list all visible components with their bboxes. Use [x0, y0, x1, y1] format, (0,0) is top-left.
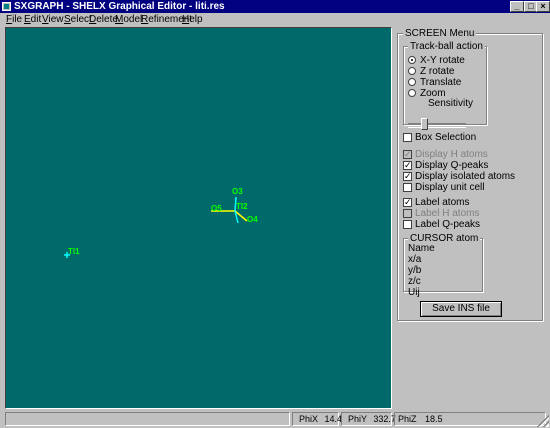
atom-label-o4[interactable]: O4: [247, 215, 258, 224]
trackball-title: Track-ball action: [408, 41, 485, 52]
cursor-field-uij: Uij: [408, 287, 420, 298]
checkbox-indicator[interactable]: ✓: [403, 198, 412, 207]
radio-indicator[interactable]: [408, 78, 416, 86]
cursor-field-xa: x/a: [408, 254, 422, 265]
atom-label-o3[interactable]: O3: [232, 187, 243, 196]
phiy-value: 332.7: [373, 414, 396, 424]
checkbox-indicator[interactable]: [403, 183, 412, 192]
checkbox-label: Label H atoms: [415, 208, 480, 219]
screen-menu-panel: SCREEN Menu Track-ball action X-Y rotate…: [395, 27, 545, 409]
sensitivity-label: Sensitivity: [428, 98, 474, 109]
checkbox-indicator[interactable]: [403, 133, 412, 142]
screen-menu-title: SCREEN Menu: [403, 28, 477, 39]
title-bar: SXGRAPH - SHELX Graphical Editor - liti.…: [0, 0, 550, 13]
menu-model[interactable]: Model: [115, 14, 142, 26]
checkbox-label: Label Q-peaks: [415, 219, 481, 230]
cursor-field-yb: y/b: [408, 265, 422, 276]
radio-indicator[interactable]: [408, 56, 416, 64]
atom-label-o5[interactable]: O5: [211, 204, 222, 213]
app-icon[interactable]: [2, 2, 11, 11]
sensitivity-slider-track[interactable]: [408, 123, 466, 128]
checkbox-indicator: ✓: [403, 149, 412, 159]
phix-label: PhiX: [299, 414, 319, 424]
status-phix: PhiX 14.4: [292, 412, 342, 426]
atom-label-ti1[interactable]: TI1: [68, 247, 80, 256]
radio-indicator[interactable]: [408, 67, 416, 75]
close-button[interactable]: ×: [536, 1, 550, 12]
checkbox-label: Display H atoms: [415, 149, 488, 160]
menu-view[interactable]: View: [42, 14, 64, 26]
phiz-label: PhiZ: [398, 414, 417, 424]
menu-select[interactable]: Select: [64, 14, 92, 26]
checkbox-label: Box Selection: [415, 132, 477, 143]
menu-edit[interactable]: Edit: [24, 14, 41, 26]
menu-help[interactable]: Help: [182, 14, 203, 26]
screen-menu-group: SCREEN Menu Track-ball action X-Y rotate…: [397, 28, 543, 321]
save-ins-file-button[interactable]: Save INS file: [420, 301, 502, 317]
phiz-value: 18.5: [425, 414, 443, 424]
status-phiz: PhiZ 18.5: [394, 412, 546, 426]
cursor-field-zc: z/c: [408, 276, 421, 287]
checkbox-indicator[interactable]: [403, 220, 412, 229]
checkbox-indicator[interactable]: ✓: [403, 161, 412, 170]
menu-delete[interactable]: Delete: [89, 14, 118, 26]
radio-label: Z rotate: [420, 66, 455, 77]
status-pane-main: [5, 412, 290, 426]
trackball-group: Track-ball action X-Y rotate Z rotate Tr…: [403, 41, 487, 130]
cursor-atom-group: CURSOR atom Name x/a y/b z/c Uij: [403, 233, 483, 298]
radio-indicator[interactable]: [408, 89, 416, 97]
checkbox-label: Display unit cell: [415, 182, 485, 193]
bond-ti2-o4[interactable]: [234, 210, 248, 224]
minimize-button[interactable]: _: [510, 1, 524, 12]
menu-file[interactable]: File: [6, 14, 22, 26]
radio-label: X-Y rotate: [420, 55, 465, 66]
phiy-label: PhiY: [348, 414, 367, 424]
status-bar: PhiX 14.4 PhiY 332.7 PhiZ 18.5: [0, 411, 550, 428]
phix-value: 14.4: [324, 414, 343, 424]
window-title: SXGRAPH - SHELX Graphical Editor - liti.…: [14, 1, 225, 12]
atom-label-ti2[interactable]: TI2: [236, 202, 248, 211]
checkbox-label: Label atoms: [415, 197, 470, 208]
cursor-field-name: Name: [408, 243, 435, 254]
checkbox-label: Display isolated atoms: [415, 171, 516, 182]
sensitivity-slider-thumb[interactable]: [420, 118, 428, 130]
status-phiy: PhiY 332.7: [341, 412, 396, 426]
checkbox-indicator[interactable]: ✓: [403, 172, 412, 181]
radio-label: Translate: [420, 77, 462, 88]
structure-canvas[interactable]: O3 O5 TI2 O4 TI1: [5, 27, 392, 409]
checkbox-indicator: [403, 209, 412, 218]
menu-bar: File Edit View Select Delete Model Refin…: [0, 14, 550, 26]
resize-grip[interactable]: [537, 415, 549, 427]
molecule-drawing[interactable]: O3 O5 TI2 O4 TI1: [6, 28, 391, 408]
checkbox-label: Display Q-peaks: [415, 160, 489, 171]
